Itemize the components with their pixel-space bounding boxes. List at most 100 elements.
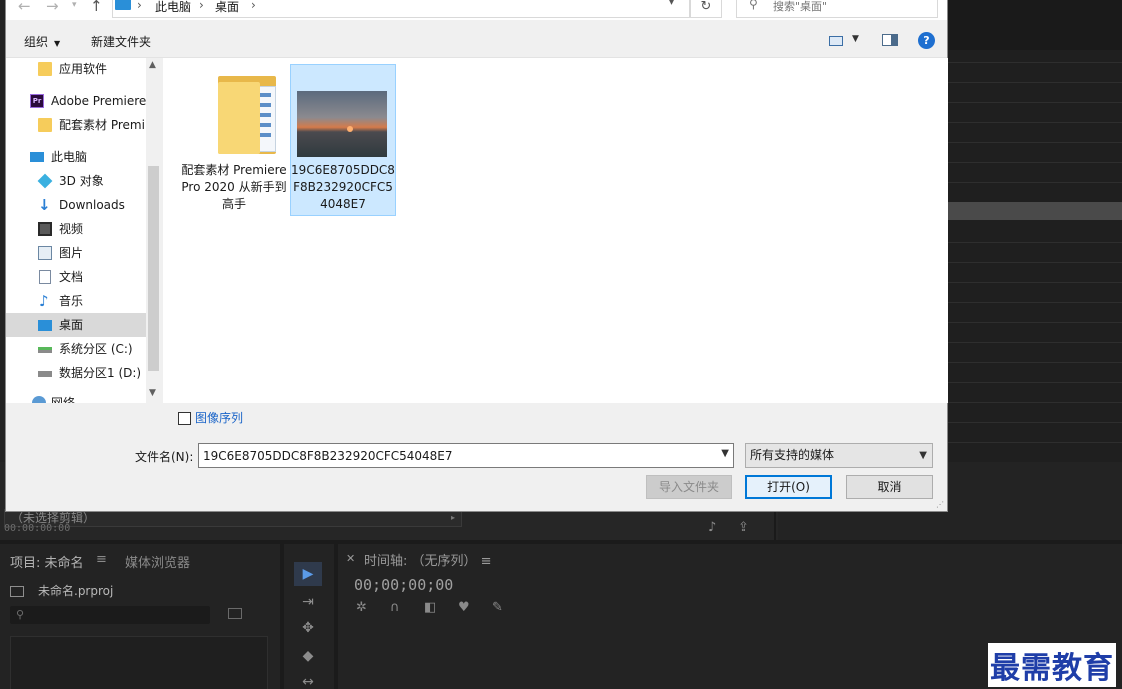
- nav-label: 音乐: [59, 294, 84, 308]
- cancel-button[interactable]: 取消: [846, 475, 933, 499]
- nav-label: 配套素材 Premi: [59, 118, 145, 132]
- breadcrumb-this-pc[interactable]: 此电脑: [155, 0, 191, 15]
- nav-label: 系统分区 (C:): [59, 342, 133, 356]
- recent-locations-icon[interactable]: ▾: [72, 0, 77, 10]
- tools-panel: ▶ ⇥ ✥ ◆ ↔: [284, 544, 334, 689]
- help-icon[interactable]: ?: [918, 32, 935, 49]
- new-folder-button[interactable]: 新建文件夹: [91, 33, 151, 50]
- file-name: 19C6E8705DDC8F8B232920CFC54048E7: [291, 163, 395, 211]
- music-icon: ♪: [39, 292, 49, 310]
- desktop-icon: [38, 320, 52, 331]
- snap-icon[interactable]: ∩: [390, 600, 424, 615]
- tab-media-browser[interactable]: 媒体浏览器: [125, 552, 190, 571]
- nav-item-this-pc[interactable]: 此电脑: [6, 145, 146, 169]
- forward-icon[interactable]: →: [46, 0, 59, 15]
- nav-label: 视频: [59, 222, 84, 236]
- chevron-up-icon[interactable]: ▲: [149, 60, 156, 70]
- address-bar[interactable]: › 此电脑 › 桌面 › ▾: [112, 0, 690, 18]
- nav-item-music[interactable]: ♪ 音乐: [6, 289, 146, 313]
- file-type-select[interactable]: 所有支持的媒体 ▼: [745, 443, 933, 468]
- project-panel: 项目: 未命名 ≡ 媒体浏览器 未命名.prproj ⚲: [0, 544, 280, 689]
- close-icon[interactable]: ✕: [346, 552, 355, 565]
- nav-item-network[interactable]: 网络: [6, 391, 146, 403]
- razor-tool-icon[interactable]: ◆: [294, 644, 322, 668]
- filename-label: 文件名(N):: [135, 450, 194, 464]
- scrollbar-thumb[interactable]: [148, 166, 159, 371]
- chevron-down-icon[interactable]: ▼: [721, 448, 729, 459]
- timeline-timecode[interactable]: 00;00;00;00: [354, 576, 453, 594]
- nav-item-pictures[interactable]: 图片: [6, 241, 146, 265]
- timeline-controls: ✲ ∩ ◧ ♥ ✎: [356, 600, 526, 615]
- chevron-right-icon: ›: [199, 0, 204, 12]
- track-select-tool-icon[interactable]: ⇥: [294, 590, 322, 614]
- chevron-down-icon[interactable]: ▼: [149, 388, 156, 398]
- nav-item-adobe-premiere[interactable]: Pr Adobe Premiere: [6, 89, 146, 113]
- new-bin-icon[interactable]: [228, 608, 242, 619]
- file-name: 配套素材 Premiere Pro 2020 从新手到高手: [181, 163, 287, 211]
- wrench-icon[interactable]: ✎: [492, 600, 526, 615]
- file-item-folder[interactable]: 配套素材 Premiere Pro 2020 从新手到高手: [181, 64, 287, 216]
- caret-down-icon[interactable]: ▼: [852, 34, 859, 44]
- resize-grip-icon[interactable]: ⋰: [936, 500, 944, 509]
- chevron-down-icon[interactable]: ▾: [669, 0, 674, 8]
- nav-item-documents[interactable]: 文档: [6, 265, 146, 289]
- chevron-right-icon: ›: [251, 0, 256, 12]
- back-icon[interactable]: ←: [18, 0, 31, 15]
- file-item-image[interactable]: 19C6E8705DDC8F8B232920CFC54048E7: [290, 64, 396, 216]
- export-frame-icon[interactable]: ♪: [708, 520, 716, 535]
- nav-label: 网络: [51, 396, 76, 403]
- watermark-logo: 最需教育: [988, 643, 1116, 687]
- view-mode-icon[interactable]: [829, 36, 843, 46]
- linked-selection-icon[interactable]: ◧: [424, 600, 458, 615]
- nav-item-downloads[interactable]: ↓ Downloads: [6, 193, 146, 217]
- image-sequence-label[interactable]: 图像序列: [195, 409, 243, 426]
- nav-item-3d-objects[interactable]: 3D 对象: [6, 169, 146, 193]
- share-icon[interactable]: ⇪: [738, 520, 749, 535]
- nest-icon[interactable]: ✲: [356, 600, 390, 615]
- filename-input[interactable]: [203, 447, 703, 464]
- nav-item-apps[interactable]: 应用软件: [6, 58, 146, 81]
- ripple-edit-tool-icon[interactable]: ✥: [294, 616, 322, 640]
- refresh-icon: ↻: [700, 0, 712, 14]
- drive-icon: [38, 371, 52, 377]
- tab-timeline[interactable]: 时间轴: （无序列） ≡: [364, 550, 492, 569]
- nav-label: 文档: [59, 270, 84, 284]
- chevron-right-icon: ▸: [450, 513, 455, 522]
- organize-button[interactable]: 组织 ▼: [24, 33, 60, 50]
- nav-scrollbar[interactable]: ▲ ▼: [146, 58, 161, 403]
- project-file-row[interactable]: 未命名.prproj: [10, 582, 113, 599]
- search-icon: ⚲: [16, 608, 25, 621]
- project-menu-icon[interactable]: ≡: [96, 552, 107, 567]
- preview-pane-icon[interactable]: [882, 34, 898, 46]
- nav-item-videos[interactable]: 视频: [6, 217, 146, 241]
- open-button[interactable]: 打开(O): [745, 475, 832, 499]
- up-icon[interactable]: ↑: [90, 0, 103, 15]
- computer-icon: [115, 0, 131, 10]
- project-search-input[interactable]: ⚲: [10, 606, 210, 624]
- nav-item-drive-d[interactable]: 数据分区1 (D:): [6, 361, 146, 385]
- image-sequence-checkbox[interactable]: [178, 412, 191, 425]
- image-thumbnail: [297, 91, 387, 157]
- nav-item-drive-c[interactable]: 系统分区 (C:): [6, 337, 146, 361]
- source-timecode: 00:00:00:00: [4, 523, 71, 534]
- marker-icon[interactable]: ♥: [458, 600, 492, 615]
- breadcrumb-desktop[interactable]: 桌面: [215, 0, 239, 15]
- nav-label: 此电脑: [51, 150, 88, 164]
- slip-tool-icon[interactable]: ↔: [294, 670, 322, 689]
- network-icon: [32, 396, 46, 403]
- search-field[interactable]: ⚲: [736, 0, 938, 18]
- search-input[interactable]: [773, 0, 933, 15]
- selection-tool-icon[interactable]: ▶: [294, 562, 322, 586]
- nav-label: 3D 对象: [59, 174, 104, 188]
- highlighted-row: [948, 202, 1122, 220]
- nav-label: 数据分区1 (D:): [59, 366, 142, 380]
- filename-combobox[interactable]: ▼: [198, 443, 734, 468]
- navigation-pane: 应用软件 Pr Adobe Premiere 配套素材 Premi 此电脑 3D…: [6, 58, 161, 403]
- drive-icon: [38, 347, 52, 353]
- import-folder-button[interactable]: 导入文件夹: [646, 475, 732, 499]
- tab-project[interactable]: 项目: 未命名: [10, 552, 84, 571]
- chevron-down-icon: ▼: [919, 450, 927, 461]
- nav-item-materials[interactable]: 配套素材 Premi: [6, 113, 146, 137]
- refresh-button[interactable]: ↻: [690, 0, 722, 18]
- nav-item-desktop[interactable]: 桌面: [6, 313, 146, 337]
